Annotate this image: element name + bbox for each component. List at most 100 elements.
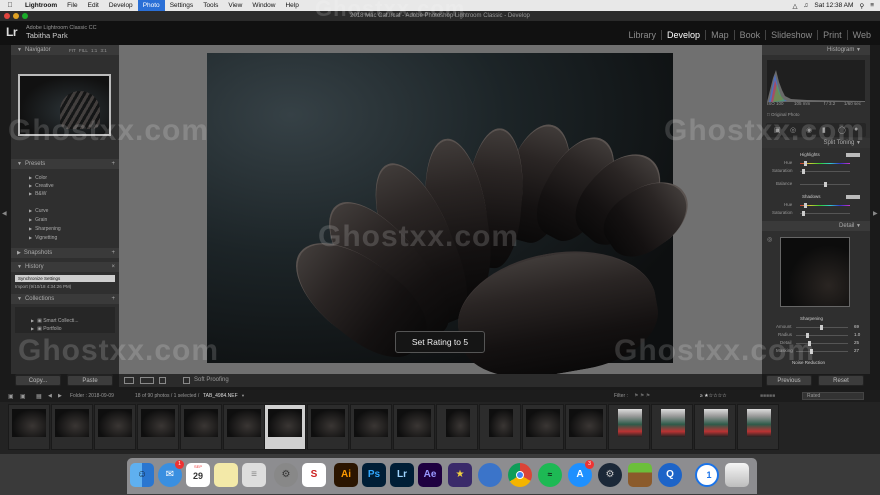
after-effects-icon[interactable]: Ae xyxy=(418,463,442,487)
navigator-zoom-options[interactable]: FIT FILL 1:1 3:1 xyxy=(69,48,107,53)
flag-filter-icons[interactable]: ⚑ ⚑ ⚑ xyxy=(634,393,650,399)
collections-header[interactable]: ▼ Collections + xyxy=(11,294,119,304)
module-map[interactable]: Map xyxy=(705,30,734,40)
filmstrip-thumb[interactable] xyxy=(8,404,50,450)
rating-filter-stars[interactable]: ≥ ★☆☆☆☆ xyxy=(700,393,727,399)
wifi-icon[interactable]: △ xyxy=(793,2,798,10)
filmstrip-thumb[interactable] xyxy=(479,404,521,450)
preset-folder-creative[interactable]: ▶ Creative xyxy=(29,183,54,189)
chrome-icon[interactable] xyxy=(508,463,532,487)
mail-icon[interactable]: ✉ 1 xyxy=(158,460,184,487)
shadows-color-swatch[interactable] xyxy=(846,195,860,199)
detail-header[interactable]: Detail ▼ xyxy=(762,221,870,231)
apple-icon[interactable]:  xyxy=(0,2,20,9)
system-preferences-icon[interactable]: ⚙ xyxy=(274,463,298,487)
paste-button[interactable]: Paste xyxy=(67,375,113,386)
detail-target-icon[interactable]: ◎ xyxy=(767,236,772,243)
before-after-icon[interactable] xyxy=(140,377,154,384)
loupe-view-icon[interactable] xyxy=(124,377,134,384)
photoshop-icon[interactable]: Ps xyxy=(362,463,386,487)
history-header[interactable]: ▼ History × xyxy=(11,262,119,272)
forward-arrow-icon[interactable]: ▶ xyxy=(58,393,62,399)
main-photo[interactable] xyxy=(207,53,702,390)
filmstrip-thumb[interactable] xyxy=(694,404,736,450)
reminders-icon[interactable]: ≡ xyxy=(242,463,266,487)
filmstrip-thumb[interactable] xyxy=(350,404,392,450)
zoom-window-button[interactable] xyxy=(22,13,28,19)
highlights-color-swatch[interactable] xyxy=(846,153,860,157)
clock[interactable]: Sat 12:38 AM xyxy=(814,2,853,9)
folder-path[interactable]: Folder : 2018-09-09 xyxy=(70,393,114,399)
grid-icon[interactable]: ▦ xyxy=(36,393,42,400)
filmstrip-thumb[interactable] xyxy=(137,404,179,450)
balance-slider[interactable] xyxy=(800,182,850,187)
steam-icon[interactable]: ⚙ xyxy=(598,463,622,487)
presets-header[interactable]: ▼ Presets + xyxy=(11,159,119,169)
collection-portfolio[interactable]: ▶ ▣ Portfolio xyxy=(31,326,62,332)
preset-folder-vignetting[interactable]: ▶ Vignetting xyxy=(29,235,57,241)
amount-slider[interactable] xyxy=(796,325,848,330)
menu-photo[interactable]: Photo xyxy=(137,0,165,11)
menu-settings[interactable]: Settings xyxy=(165,2,199,9)
filmstrip-thumb[interactable] xyxy=(737,404,779,450)
filmstrip-thumb[interactable] xyxy=(94,404,136,450)
shadows-hue-slider[interactable] xyxy=(800,203,850,208)
filter-preset-dropdown[interactable]: Rated xyxy=(802,392,864,400)
history-item[interactable]: Import (9/10/18 4:34:26 PM) xyxy=(15,284,71,289)
histogram-graph[interactable] xyxy=(767,60,865,102)
app-store-icon[interactable]: A3 xyxy=(568,460,594,487)
volume-icon[interactable]: ♫ xyxy=(804,2,809,9)
highlights-hue-slider[interactable] xyxy=(800,161,850,166)
module-web[interactable]: Web xyxy=(846,30,876,40)
preset-folder-grain[interactable]: ▶ Grain xyxy=(29,217,47,223)
module-book[interactable]: Book xyxy=(733,30,766,40)
copy-button[interactable]: Copy... xyxy=(15,375,61,386)
display-1-icon[interactable]: ▣ xyxy=(8,393,14,400)
onepassword-icon[interactable]: 1 xyxy=(695,463,719,487)
right-panel-toggle-icon[interactable]: ▶ xyxy=(873,210,878,217)
finder-icon[interactable]: ☺ xyxy=(130,463,154,487)
masking-value[interactable]: 27 xyxy=(854,348,859,353)
filmstrip-thumb-selected[interactable] xyxy=(264,404,306,450)
multitasking-icon[interactable] xyxy=(478,463,502,487)
radius-value[interactable]: 1.0 xyxy=(854,332,860,337)
trash-icon[interactable] xyxy=(725,463,749,487)
filmstrip-thumb[interactable] xyxy=(565,404,607,450)
filmstrip-thumb[interactable] xyxy=(180,404,222,450)
image-canvas[interactable]: Set Rating to 5 xyxy=(119,45,762,390)
slider-knob[interactable] xyxy=(820,325,823,330)
search-icon[interactable]: ⚲ xyxy=(859,2,864,10)
reset-button[interactable]: Reset xyxy=(818,375,864,386)
add-collection-icon[interactable]: + xyxy=(111,294,115,304)
preset-folder-bw[interactable]: ▶ B&W xyxy=(29,191,46,197)
slider-knob[interactable] xyxy=(802,169,805,174)
spotify-icon[interactable]: ≈ xyxy=(538,463,562,487)
left-panel-toggle-icon[interactable]: ◀ xyxy=(2,210,7,217)
preset-folder-curve[interactable]: ▶ Curve xyxy=(29,208,48,214)
menu-edit[interactable]: Edit xyxy=(83,2,104,9)
slider-knob[interactable] xyxy=(804,203,807,208)
quicktime-icon[interactable]: Q xyxy=(658,463,682,487)
filmstrip-thumb[interactable] xyxy=(608,404,650,450)
add-preset-icon[interactable]: + xyxy=(111,159,115,169)
filename-dropdown-icon[interactable]: ▼ xyxy=(241,393,245,398)
slider-knob[interactable] xyxy=(824,182,827,187)
menu-window[interactable]: Window xyxy=(247,2,280,9)
color-label-filter[interactable]: ■■■■■ xyxy=(760,393,775,399)
clear-history-icon[interactable]: × xyxy=(111,262,115,272)
menu-tools[interactable]: Tools xyxy=(198,2,223,9)
filmstrip-thumb[interactable] xyxy=(651,404,693,450)
shadows-saturation-slider[interactable] xyxy=(800,211,850,216)
detail-preview[interactable] xyxy=(780,237,850,307)
menu-app[interactable]: Lightroom xyxy=(20,2,62,9)
filmstrip-thumb[interactable] xyxy=(307,404,349,450)
illustrator-icon[interactable]: Ai xyxy=(334,463,358,487)
module-library[interactable]: Library xyxy=(624,30,662,40)
previous-button[interactable]: Previous xyxy=(766,375,812,386)
imovie-icon[interactable]: ★ xyxy=(448,463,472,487)
amount-value[interactable]: 69 xyxy=(854,324,859,329)
filmstrip-thumb[interactable] xyxy=(393,404,435,450)
slider-knob[interactable] xyxy=(804,161,807,166)
preset-folder-sharpening[interactable]: ▶ Sharpening xyxy=(29,226,61,232)
menu-view[interactable]: View xyxy=(223,2,247,9)
